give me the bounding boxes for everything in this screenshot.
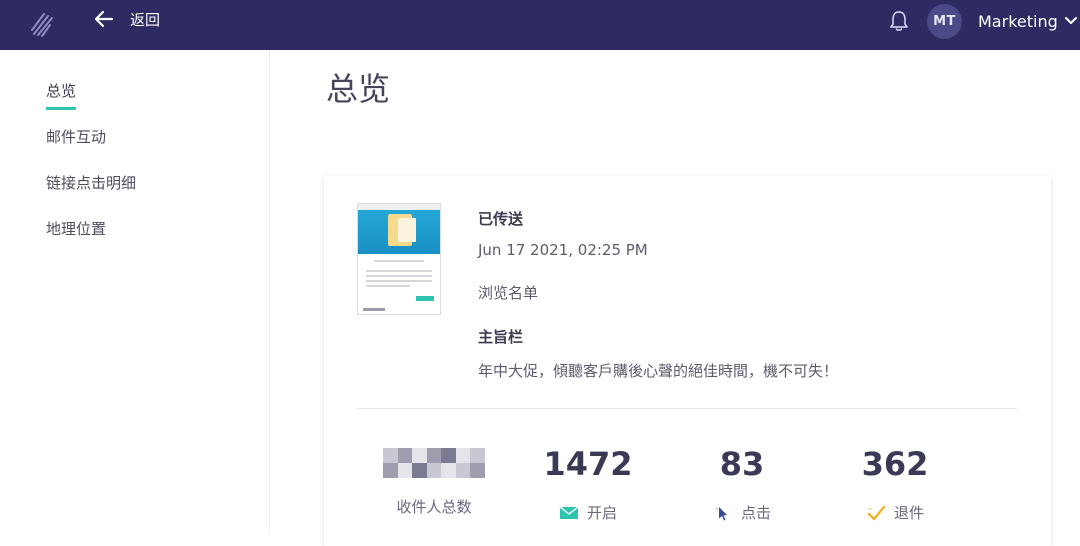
thumbnail-text-line: [374, 260, 424, 262]
stat-clicks[interactable]: 83 点击: [667, 444, 817, 523]
stat-label: 开启: [586, 504, 617, 522]
back-label: 返回: [130, 10, 161, 29]
list-name[interactable]: 浏览名单: [478, 282, 538, 303]
stat-label-wrap: 收件人总数: [359, 496, 509, 517]
bell-icon[interactable]: [888, 9, 910, 33]
sidebar-item-overview[interactable]: 总览: [46, 80, 77, 110]
thumbnail-text-line: [366, 275, 432, 277]
thumbnail-text-line: [366, 280, 432, 282]
subject-text: 年中大促，傾聽客戶購後心聲的絕佳時間，機不可失！: [478, 362, 839, 380]
stat-value: 83: [719, 445, 765, 483]
avatar-initials: MT: [933, 14, 956, 29]
sent-datetime: Jun 17 2021, 02:25 PM: [478, 241, 648, 259]
stat-label: 退件: [893, 504, 924, 522]
avatar[interactable]: MT: [927, 4, 962, 39]
status-label: 已传送: [478, 210, 524, 228]
stat-label-wrap: 开启: [513, 502, 663, 523]
thumbnail-graphic-overlay: [398, 218, 416, 242]
stat-recipients: 收件人总数: [359, 444, 509, 517]
campaign-summary-card: 已传送 Jun 17 2021, 02:25 PM 浏览名单 主旨栏 年中大促，…: [324, 176, 1051, 546]
account-name: Marketing: [978, 11, 1058, 31]
bounce-icon: [867, 505, 886, 520]
cursor-icon: [715, 506, 727, 520]
subject-heading: 主旨栏: [478, 328, 524, 346]
thumbnail-text-line: [366, 285, 410, 287]
stat-value: 1472: [543, 445, 633, 483]
thumbnail-hero-image: [358, 210, 440, 254]
arrow-left-icon: [94, 10, 114, 28]
thumbnail-footer: [363, 308, 385, 311]
sidebar: 总览 邮件互动 链接点击明细 地理位置: [0, 50, 270, 533]
redacted-value: [383, 448, 485, 478]
envelope-icon: [559, 505, 579, 519]
stat-label: 点击: [740, 504, 771, 522]
logo-icon[interactable]: [28, 8, 56, 38]
stat-value: 362: [861, 445, 929, 483]
stat-label-wrap: 点击: [667, 502, 817, 523]
chevron-down-icon: [1064, 17, 1077, 24]
stat-bounces[interactable]: 362 退件: [820, 444, 970, 523]
stat-opens[interactable]: 1472 开启: [513, 444, 663, 523]
page-title: 总览: [326, 70, 391, 108]
email-preview-thumbnail[interactable]: [357, 203, 441, 315]
sidebar-item-link-clicks[interactable]: 链接点击明细: [46, 172, 136, 193]
sidebar-item-geolocation[interactable]: 地理位置: [46, 218, 106, 239]
stat-label-wrap: 退件: [820, 502, 970, 523]
top-bar: 返回 MT Marketing: [0, 0, 1080, 50]
thumbnail-text-line: [366, 270, 432, 272]
back-button[interactable]: 返回: [92, 6, 160, 32]
divider: [357, 408, 1017, 409]
stat-label: 收件人总数: [396, 498, 472, 516]
account-menu[interactable]: Marketing: [978, 8, 1078, 34]
thumbnail-cta: [416, 296, 434, 301]
sidebar-item-email-interaction[interactable]: 邮件互动: [46, 126, 106, 147]
